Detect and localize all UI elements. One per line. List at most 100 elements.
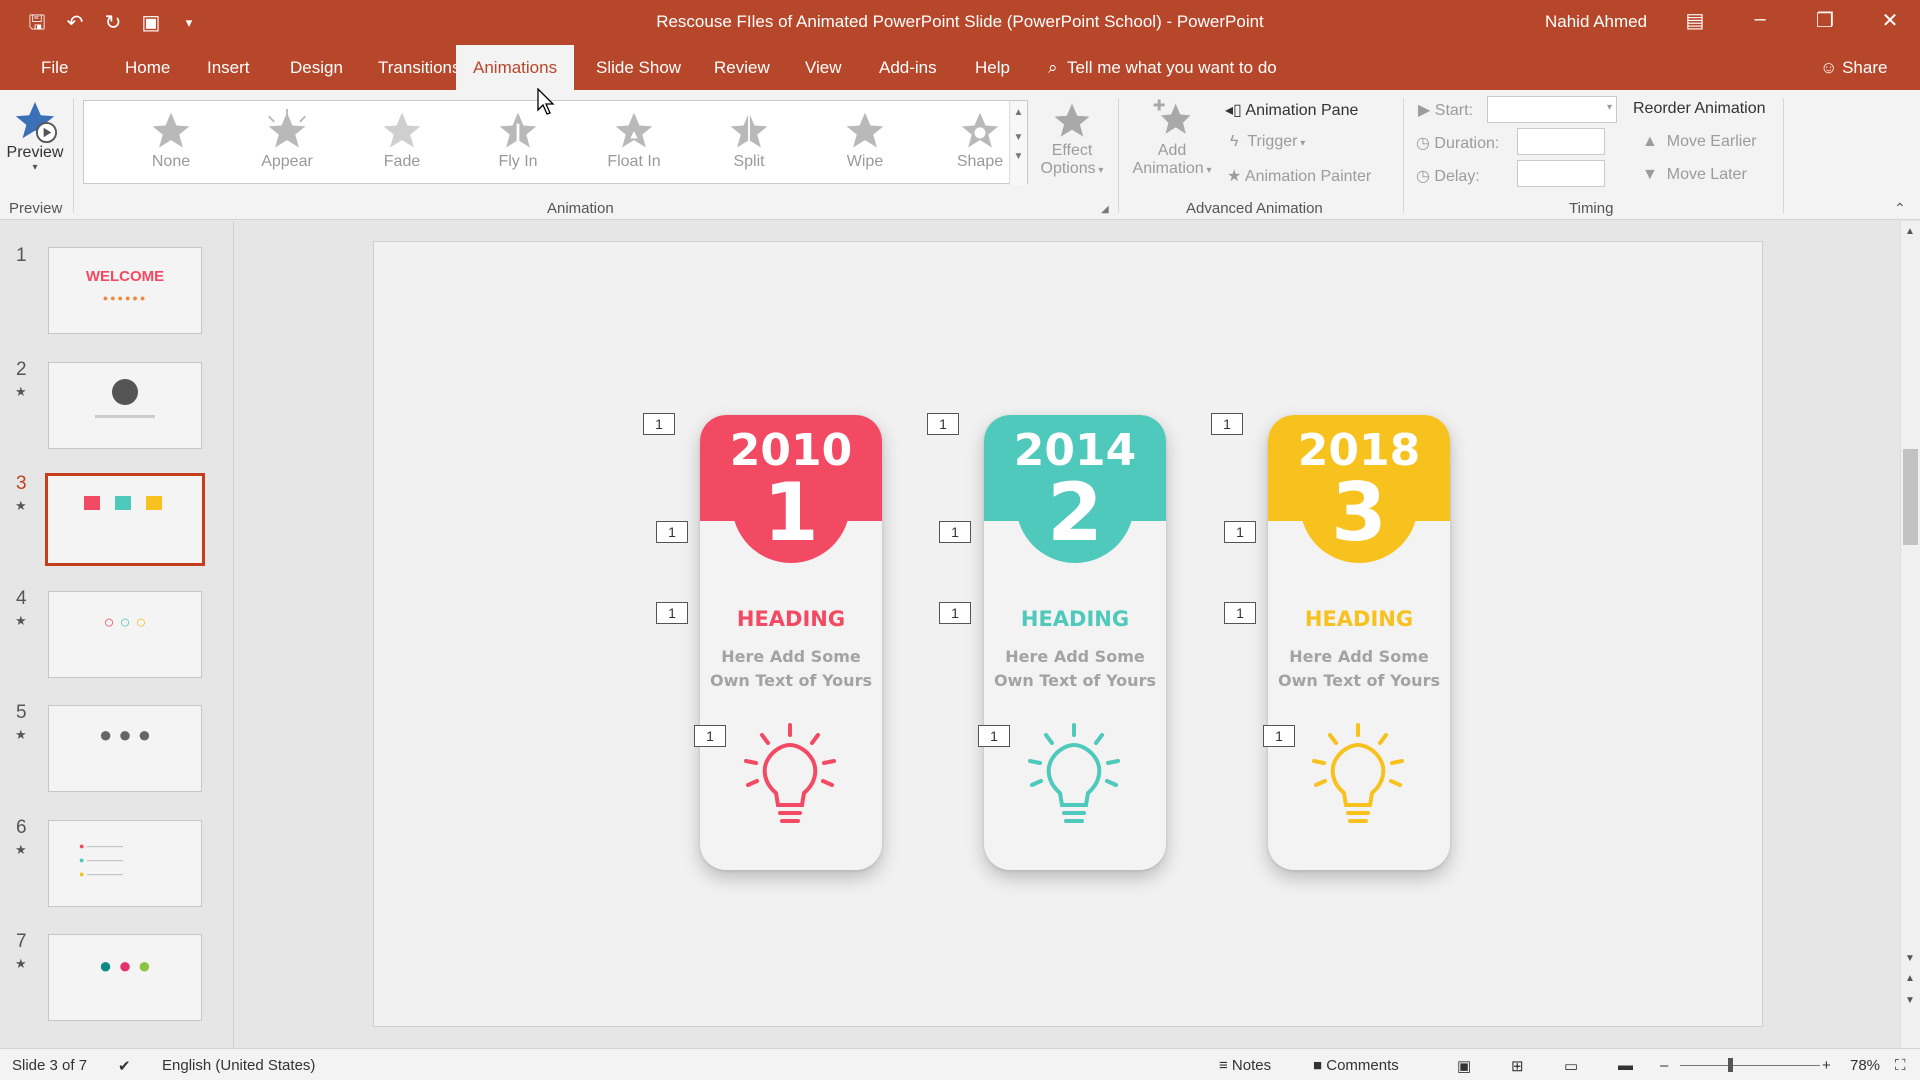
thumb-avatar — [112, 379, 138, 405]
slide-thumbnail-2[interactable] — [48, 362, 202, 449]
slide-thumbnail-4[interactable]: ○ ○ ○ — [48, 591, 202, 678]
animation-label: Split — [733, 153, 765, 170]
share-button[interactable]: ☺ Share — [1820, 45, 1887, 90]
tell-me-box[interactable]: ⌕ Tell me what you want to do — [1048, 45, 1277, 90]
next-slide-icon[interactable]: ▼ — [1905, 995, 1915, 1006]
animation-order-tag[interactable]: 1 — [694, 725, 726, 747]
slide-sorter-icon[interactable]: ⊞ — [1511, 1057, 1524, 1075]
animation-order-tag[interactable]: 1 — [939, 521, 971, 543]
fit-slide-icon[interactable]: ⛶ — [1895, 1057, 1906, 1074]
animation-label: None — [151, 153, 191, 170]
delay-label: ◷ Delay: — [1416, 166, 1480, 186]
minimize-icon[interactable]: – — [1745, 8, 1775, 31]
animation-order-tag[interactable]: 1 — [656, 521, 688, 543]
collapse-ribbon-icon[interactable]: ⌃ — [1894, 200, 1906, 217]
animation-fade[interactable]: Fade — [347, 101, 457, 185]
zoom-out-icon[interactable]: – — [1660, 1057, 1668, 1074]
zoom-level[interactable]: 78% — [1850, 1057, 1880, 1074]
clock-icon: ◷ — [1416, 168, 1430, 185]
animation-wipe[interactable]: Wipe — [810, 101, 920, 185]
animation-order-tag[interactable]: 1 — [927, 413, 959, 435]
tab-add-ins[interactable]: Add-ins — [862, 45, 954, 90]
duration-spinner[interactable] — [1517, 128, 1605, 155]
tab-file[interactable]: File — [24, 45, 85, 90]
slide-thumbnail-6[interactable]: ● ———— ● ———— ● ———— — [48, 820, 202, 907]
comments-button[interactable]: ■ Comments — [1313, 1057, 1399, 1074]
chevron-down-icon: ▾ — [32, 162, 38, 173]
timeline-card-2[interactable]: 2014 2 HEADING Here Add Some Own Text of … — [984, 415, 1166, 870]
move-later-button[interactable]: ▼ Move Later — [1642, 166, 1747, 184]
tab-home[interactable]: Home — [108, 45, 187, 90]
animation-pane-button[interactable]: ◂▯ Animation Pane — [1225, 100, 1358, 120]
thumb-welcome-text: WELCOME — [85, 268, 165, 285]
animation-none[interactable]: None — [116, 101, 226, 185]
scroll-up-icon[interactable]: ▲ — [1905, 226, 1915, 237]
star-arrow-icon — [499, 112, 537, 150]
ribbon-display-icon[interactable]: ▤ — [1680, 8, 1710, 33]
language[interactable]: English (United States) — [162, 1057, 315, 1074]
animation-order-tag[interactable]: 1 — [1263, 725, 1295, 747]
previous-slide-icon[interactable]: ▲ — [1905, 973, 1915, 984]
animation-split[interactable]: Split — [694, 101, 804, 185]
timeline-card-3[interactable]: 2018 3 HEADING Here Add Some Own Text of … — [1268, 415, 1450, 870]
normal-view-icon[interactable]: ▣ — [1457, 1057, 1471, 1075]
effect-options-button[interactable]: Effect Options ▾ — [1032, 100, 1112, 178]
trigger-button[interactable]: ϟ Trigger ▾ — [1230, 133, 1305, 151]
restore-icon[interactable]: ❐ — [1810, 8, 1840, 33]
zoom-slider[interactable] — [1680, 1058, 1820, 1072]
tab-slide-show[interactable]: Slide Show — [579, 45, 698, 90]
chevron-down-icon: ▾ — [1606, 102, 1612, 113]
mouse-cursor-icon — [537, 88, 555, 115]
notes-button[interactable]: ≡ Notes — [1219, 1057, 1271, 1074]
animation-order-tag[interactable]: 1 — [939, 602, 971, 624]
chevron-down-icon[interactable]: ▼ — [1010, 132, 1027, 143]
thumb-lines — [95, 415, 155, 418]
animation-order-tag[interactable]: 1 — [1211, 413, 1243, 435]
slide-thumbnail-5[interactable]: ● ● ● — [48, 705, 202, 792]
animation-float-in[interactable]: Float In — [579, 101, 689, 185]
delay-spinner[interactable] — [1517, 160, 1605, 187]
gallery-scrollbar[interactable]: ▲ ▼ ▼ — [1009, 101, 1027, 185]
move-earlier-button[interactable]: ▲ Move Earlier — [1642, 133, 1757, 151]
animation-order-tag[interactable]: 1 — [1224, 602, 1256, 624]
dialog-launcher-icon[interactable]: ◢ — [1101, 204, 1109, 215]
tab-animations[interactable]: Animations — [456, 45, 575, 90]
tab-design[interactable]: Design — [273, 45, 360, 90]
divider — [1403, 98, 1404, 213]
close-icon[interactable]: ✕ — [1875, 8, 1905, 33]
scroll-down-icon[interactable]: ▼ — [1905, 953, 1915, 964]
start-dropdown[interactable]: ▾ — [1487, 96, 1617, 123]
animation-order-tag[interactable]: 1 — [1224, 521, 1256, 543]
start-label: ▶ Start: — [1418, 100, 1473, 120]
animation-appear[interactable]: Appear — [232, 101, 342, 185]
card-number: 3 — [1331, 466, 1387, 559]
animation-order-tag[interactable]: 1 — [643, 413, 675, 435]
slide-thumbnail-3[interactable] — [45, 473, 205, 566]
spellcheck-icon[interactable]: ✔ — [118, 1057, 131, 1075]
ribbon-tabs: File Home Insert Design Transitions Anim… — [0, 45, 1920, 90]
chevron-up-icon[interactable]: ▲ — [1010, 107, 1027, 118]
zoom-slider-thumb[interactable] — [1728, 1058, 1733, 1072]
animation-label: Shape — [956, 153, 1004, 170]
tab-review[interactable]: Review — [697, 45, 787, 90]
tab-insert[interactable]: Insert — [190, 45, 267, 90]
tab-view[interactable]: View — [788, 45, 859, 90]
slide-thumbnail-1[interactable]: WELCOME ●●●●●● — [48, 247, 202, 334]
zoom-in-icon[interactable]: + — [1822, 1057, 1831, 1074]
slide-thumbnail-7[interactable]: ● ● ● — [48, 934, 202, 1021]
animation-order-tag[interactable]: 1 — [978, 725, 1010, 747]
scrollbar-thumb[interactable] — [1903, 449, 1918, 545]
tab-help[interactable]: Help — [958, 45, 1027, 90]
gallery-more-icon[interactable]: ▼ — [1010, 151, 1027, 162]
animation-painter-button[interactable]: ★ Animation Painter — [1227, 166, 1371, 186]
thumb-mini-card — [115, 496, 131, 510]
reading-view-icon[interactable]: ▭ — [1564, 1057, 1578, 1075]
user-name[interactable]: Nahid Ahmed — [1545, 12, 1647, 32]
vertical-scrollbar[interactable]: ▲ ▼ ▲ ▼ — [1900, 221, 1920, 1048]
animation-order-tag[interactable]: 1 — [656, 602, 688, 624]
timeline-card-1[interactable]: 2010 1 HEADING Here Add Some Own Text of … — [700, 415, 882, 870]
preview-button[interactable]: Preview ▾ — [5, 98, 65, 193]
thumb-pins: ○ ○ ○ — [103, 612, 147, 632]
slideshow-view-icon[interactable]: ▬ — [1618, 1057, 1633, 1074]
add-animation-button[interactable]: Add Animation ▾ — [1124, 98, 1220, 178]
